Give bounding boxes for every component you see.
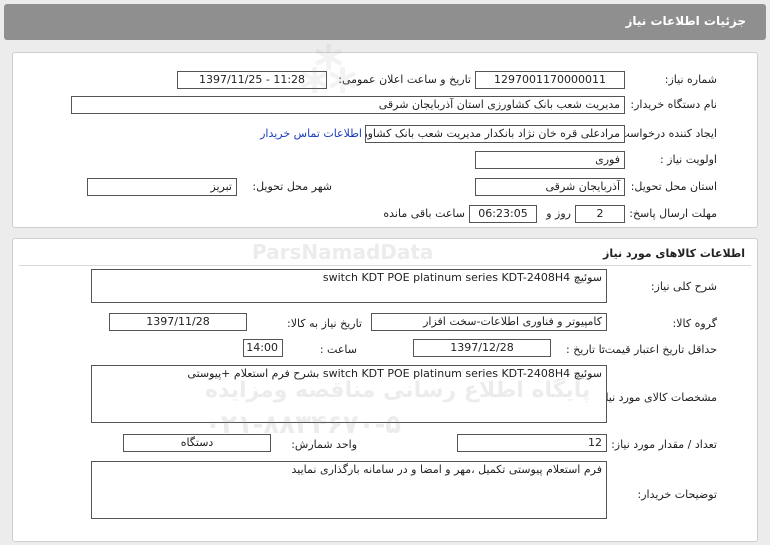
- requester-label: ایجاد کننده درخواست:: [615, 127, 717, 140]
- buyer-notes-label: توضیحات خریدار:: [637, 488, 718, 501]
- hour-field: 14:00: [243, 339, 283, 357]
- group-label: گروه کالا:: [672, 317, 717, 330]
- city-field: تبریز: [87, 178, 237, 196]
- page-title: جزئیات اطلاعات نیاز: [625, 14, 746, 28]
- need-number-label: شماره نیاز:: [664, 73, 717, 86]
- page-header: جزئیات اطلاعات نیاز: [4, 4, 766, 40]
- goods-section-title: اطلاعات کالاهای مورد نیاز: [603, 247, 745, 260]
- group-field: کامپیوتر و فناوری اطلاعات-سخت افزار: [371, 313, 607, 331]
- need-number-field: 1297001170000011: [475, 71, 625, 89]
- need-date-label: تاریخ نیاز به کالا:: [287, 317, 362, 330]
- spec-field: سوئیچ switch KDT POE platinum series KDT…: [91, 365, 607, 423]
- until-label: تا تاریخ :: [566, 343, 605, 356]
- goods-panel: اطلاعات کالاهای مورد نیاز شرح کلی نیاز: …: [12, 238, 758, 542]
- buyer-field: مدیریت شعب بانک کشاورزی استان آذربایجان …: [71, 96, 625, 114]
- summary-field: سوئیچ switch KDT POE platinum series KDT…: [91, 269, 607, 303]
- requester-field: مرادعلی قره خان نژاد بانکدار مدیریت شعب …: [365, 125, 625, 143]
- priority-label: اولویت نیاز :: [659, 153, 717, 166]
- time-left-label: ساعت باقی مانده: [383, 207, 465, 220]
- days-field: 2: [575, 205, 625, 223]
- section-divider: [19, 265, 751, 266]
- province-label: استان محل تحویل:: [630, 180, 717, 193]
- summary-label: شرح کلی نیاز:: [650, 280, 717, 293]
- need-info-panel: شماره نیاز: 1297001170000011 تاریخ و ساع…: [12, 52, 758, 228]
- announce-label: تاریخ و ساعت اعلان عمومی:: [338, 73, 471, 86]
- min-price-label: حداقل تاریخ اعتبار قیمت:: [601, 343, 717, 356]
- spec-label: مشخصات کالای مورد نیاز:: [596, 391, 717, 404]
- qty-field: 12: [457, 434, 607, 452]
- city-label: شهر محل تحویل:: [252, 180, 332, 193]
- priority-field: فوری: [475, 151, 625, 169]
- province-field: آذربایجان شرقی: [475, 178, 625, 196]
- unit-field: دستگاه: [123, 434, 271, 452]
- days-label: روز و: [546, 207, 571, 220]
- buyer-contact-link[interactable]: اطلاعات تماس خریدار: [260, 127, 362, 140]
- announce-field: 1397/11/25 - 11:28: [177, 71, 327, 89]
- buyer-notes-field: فرم استعلام پیوستی تکمیل ،مهر و امضا و د…: [91, 461, 607, 519]
- price-date-field: 1397/12/28: [413, 339, 551, 357]
- unit-label: واحد شمارش:: [291, 438, 357, 451]
- hour-label: ساعت :: [319, 343, 357, 356]
- qty-label: تعداد / مقدار مورد نیاز:: [611, 438, 717, 451]
- buyer-label: نام دستگاه خریدار:: [630, 98, 717, 111]
- deadline-label: مهلت ارسال پاسخ:: [629, 207, 717, 220]
- need-date-field: 1397/11/28: [109, 313, 247, 331]
- time-field: 06:23:05: [469, 205, 537, 223]
